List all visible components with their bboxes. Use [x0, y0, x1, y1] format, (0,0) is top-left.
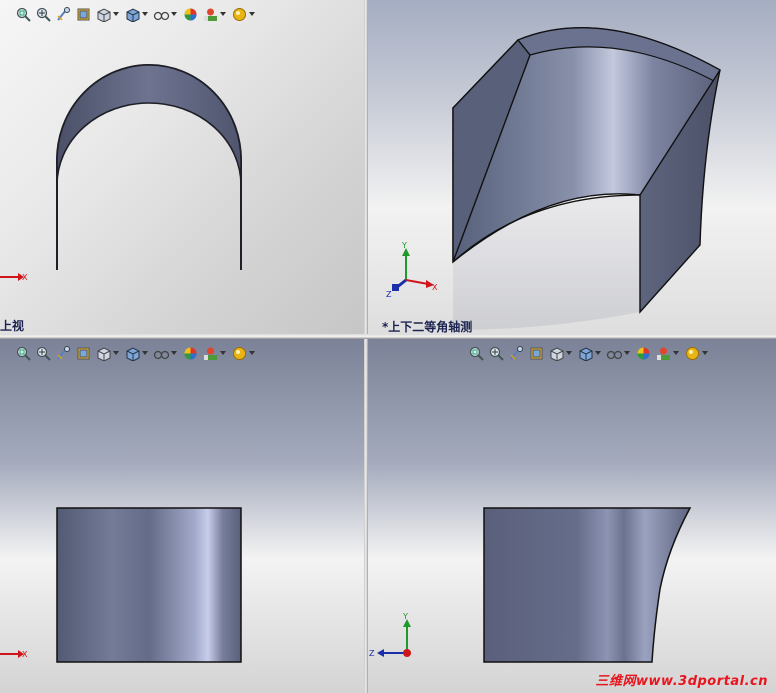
watermark: 三维网www.3dportal.cn: [595, 674, 768, 689]
viewport-splitter-horizontal[interactable]: [0, 334, 776, 339]
axis-label-x: X: [22, 650, 28, 659]
axis-label-z: Z: [369, 649, 375, 658]
part-model-top-view[interactable]: [0, 0, 364, 334]
viewport-top-left[interactable]: X 上视: [0, 0, 364, 334]
axis-triad: X: [0, 650, 28, 659]
view-label: 上视: [0, 319, 25, 333]
viewport-bottom-left[interactable]: X: [0, 339, 364, 693]
part-model-front-view[interactable]: [0, 339, 364, 693]
viewport-bottom-right[interactable]: Y Z 三维网www.3dportal.cn: [368, 339, 776, 693]
axis-triad: Y X Z: [386, 241, 438, 299]
axis-label-z: Z: [386, 290, 392, 299]
axis-triad: Y Z: [369, 612, 411, 658]
view-label: *上下二等角轴测: [382, 320, 473, 334]
axis-label-y: Y: [401, 241, 407, 250]
axis-label-y: Y: [402, 612, 408, 621]
viewport-top-right[interactable]: Y X Z *上下二等角轴测: [368, 0, 776, 334]
part-model-right-view[interactable]: [368, 339, 776, 693]
viewport-splitter-vertical[interactable]: [364, 0, 368, 693]
axis-label-x: X: [22, 273, 28, 282]
axis-triad: X: [0, 273, 28, 282]
axis-label-x: X: [432, 283, 438, 292]
